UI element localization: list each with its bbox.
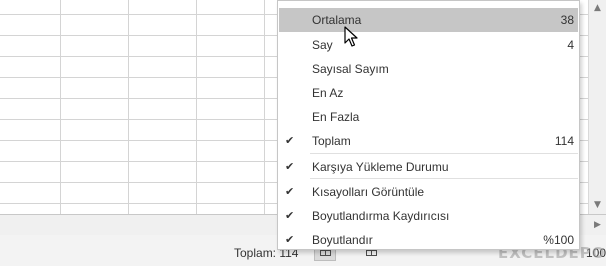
checkmark-icon: ✔ <box>285 233 295 246</box>
menu-item-label: Boyutlandır <box>312 233 373 247</box>
menu-item-value: %100 <box>543 233 574 247</box>
menu-item-ortalama[interactable]: Ortalama 38 <box>279 8 578 32</box>
menu-item-value: 38 <box>560 13 574 27</box>
menu-item-label: Kısayolları Görüntüle <box>312 185 425 199</box>
menu-item-say[interactable]: Say 4 <box>279 33 578 57</box>
checkmark-icon: ✔ <box>285 185 295 198</box>
menu-item-label: Sayısal Sayım <box>312 62 389 76</box>
menu-item-kisayollari-goruntule[interactable]: ✔ Kısayolları Görüntüle <box>279 180 578 204</box>
menu-separator <box>310 153 578 154</box>
status-bar-context-menu: Ortalama 38 Say 4 Sayısal Sayım En Az En… <box>277 0 580 250</box>
checkmark-icon: ✔ <box>285 209 295 222</box>
menu-item-label: En Fazla <box>312 110 360 124</box>
spreadsheet-window: ▲ ▼ ▶ Toplam: 114 100 EXCELDEPO Ortalama… <box>0 0 606 266</box>
menu-item-toplam[interactable]: ✔ Toplam 114 <box>279 129 578 153</box>
menu-item-label: Toplam <box>312 134 351 148</box>
menu-item-sayisal-sayim[interactable]: Sayısal Sayım <box>279 57 578 81</box>
menu-item-karsiya-yukleme-durumu[interactable]: ✔ Karşıya Yükleme Durumu <box>279 155 578 179</box>
menu-item-boyutlandir[interactable]: ✔ Boyutlandır %100 <box>279 228 578 252</box>
menu-item-value: 4 <box>567 38 574 52</box>
checkmark-icon: ✔ <box>285 160 295 173</box>
scroll-down-icon[interactable]: ▼ <box>589 197 606 214</box>
menu-item-label: Say <box>312 38 333 52</box>
menu-item-label: Karşıya Yükleme Durumu <box>312 160 449 174</box>
scroll-up-icon[interactable]: ▲ <box>589 0 606 17</box>
menu-item-en-az[interactable]: En Az <box>279 81 578 105</box>
menu-separator <box>310 178 578 179</box>
menu-item-label: En Az <box>312 86 344 100</box>
menu-item-label: Ortalama <box>312 13 362 27</box>
vertical-scrollbar[interactable]: ▲ ▼ <box>588 0 606 214</box>
menu-item-value: 114 <box>554 134 574 148</box>
pointer-arrow-icon <box>344 26 358 47</box>
menu-item-boyutlandirma-kaydiricisi[interactable]: ✔ Boyutlandırma Kaydırıcısı <box>279 204 578 228</box>
menu-item-label: Boyutlandırma Kaydırıcısı <box>312 209 450 223</box>
menu-item-en-fazla[interactable]: En Fazla <box>279 105 578 129</box>
checkmark-icon: ✔ <box>285 134 295 147</box>
scroll-right-icon[interactable]: ▶ <box>589 215 606 235</box>
